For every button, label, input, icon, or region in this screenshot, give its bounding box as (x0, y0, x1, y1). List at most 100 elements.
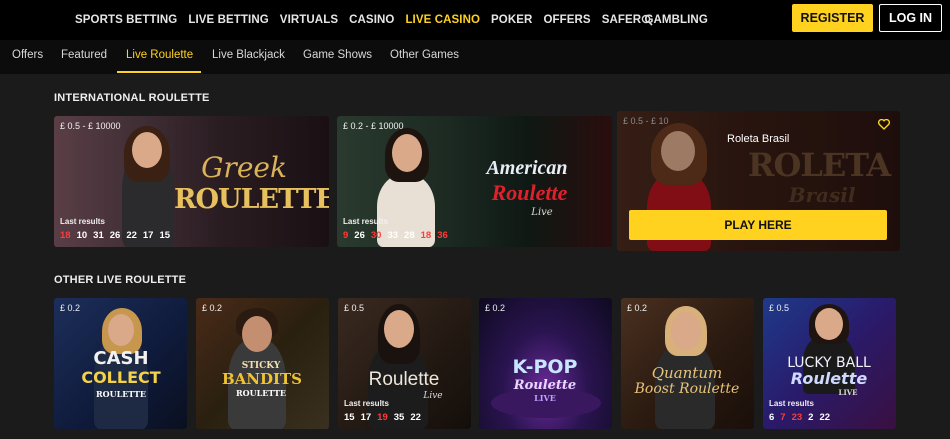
tab-game-shows[interactable]: Game Shows (303, 49, 372, 61)
bet-limits: £ 0.5 (769, 303, 790, 313)
logo-line2: COLLECT (81, 368, 161, 387)
game-card-roulette-live[interactable]: Roulette Live £ 0.5 Last results 15 17 1… (338, 298, 471, 429)
result-number: 17 (142, 230, 154, 241)
logo-line2: Boost Roulette (634, 381, 740, 397)
result-number: 2 (808, 412, 814, 423)
result-number: 23 (791, 412, 803, 423)
game-card-american-roulette[interactable]: American Roulette Live £ 0.2 - £ 10000 L… (337, 116, 612, 247)
nav-sports-betting[interactable]: SPORTS BETTING (75, 14, 177, 26)
results-list: 15 17 19 35 22 (344, 412, 421, 423)
result-number: 18 (60, 230, 71, 241)
logo-line1: American (486, 157, 568, 179)
result-number: 22 (410, 412, 421, 423)
logo-line1: K-POP (512, 356, 578, 378)
game-card-cash-collect[interactable]: CASH COLLECT ROULETTE £ 0.2 (54, 298, 187, 429)
tab-live-blackjack[interactable]: Live Blackjack (212, 49, 285, 61)
play-here-button[interactable]: PLAY HERE (629, 210, 887, 240)
game-card-greek-roulette[interactable]: Greek ROULETTE £ 0.5 - £ 10000 Last resu… (54, 116, 329, 247)
nav-live-betting[interactable]: LIVE BETTING (188, 14, 268, 26)
result-number: 18 (420, 230, 432, 241)
logo-line1: CASH (93, 348, 149, 369)
logo-line1: Roulette (368, 369, 440, 390)
logo-line3: LIVE (838, 388, 858, 397)
bet-limits: £ 0.2 (485, 303, 506, 313)
results-list: 6 7 23 2 22 (769, 412, 830, 423)
nav-virtuals[interactable]: VIRTUALS (280, 14, 338, 26)
dealer-face (132, 132, 162, 168)
logo-line2: ROULETTE (174, 184, 329, 215)
result-number: 9 (343, 230, 349, 241)
results-list: 18 10 31 26 22 17 15 (60, 230, 170, 241)
bet-limits: £ 0.2 - £ 10000 (343, 121, 404, 131)
result-number: 36 (437, 230, 448, 241)
logo-line3: ROULETTE (235, 388, 287, 398)
logo-line3: Live (531, 207, 553, 218)
game-card-roleta-brasil[interactable]: ROLETA Brasil £ 0.5 - £ 10 Roleta Brasil… (617, 111, 900, 251)
logo-line2: Roulette (790, 369, 868, 388)
game-card-kpop-roulette[interactable]: K-POP Roulette LIVE £ 0.2 (479, 298, 612, 429)
dealer-face (815, 308, 843, 340)
results-list: 9 26 30 33 28 18 36 (343, 230, 448, 241)
section-title-other: OTHER LIVE ROULETTE (54, 274, 187, 286)
tab-other-games[interactable]: Other Games (390, 49, 459, 61)
section-title-international: INTERNATIONAL ROULETTE (54, 92, 210, 104)
nav-live-casino[interactable]: LIVE CASINO (405, 14, 480, 26)
logo-line2: Roulette (491, 180, 568, 205)
last-results-label: Last results (344, 399, 389, 408)
dealer-face (384, 310, 414, 348)
game-card-lucky-ball-roulette[interactable]: LUCKY BALL Roulette LIVE £ 0.5 Last resu… (763, 298, 896, 429)
dealer-face (392, 134, 422, 172)
main-nav: SPORTS BETTING LIVE BETTING VIRTUALS CAS… (75, 14, 719, 26)
result-number: 15 (159, 230, 171, 241)
logo-line3: LIVE (534, 393, 556, 403)
top-navigation-bar: SPORTS BETTING LIVE BETTING VIRTUALS CAS… (0, 0, 950, 40)
tab-featured[interactable]: Featured (61, 49, 107, 61)
dealer-face (108, 314, 134, 346)
result-number: 26 (109, 230, 121, 241)
result-number: 22 (126, 230, 137, 241)
bet-limits: £ 0.2 (202, 303, 223, 313)
logo-line2: Roulette (513, 378, 577, 393)
result-number: 31 (93, 230, 104, 241)
result-number: 26 (354, 230, 365, 241)
tab-live-roulette[interactable]: Live Roulette (126, 49, 193, 61)
result-number: 30 (370, 230, 382, 241)
search-icon[interactable] (641, 14, 653, 26)
bet-limits: £ 0.5 - £ 10000 (60, 121, 121, 131)
nav-safer-gambling[interactable]: SAFER GAMBLING (602, 14, 708, 26)
nav-offers[interactable]: OFFERS (543, 14, 590, 26)
register-button[interactable]: REGISTER (792, 4, 873, 32)
game-name: Roleta Brasil (727, 133, 790, 145)
logo-line1: Quantum (651, 364, 723, 382)
result-number: 7 (780, 412, 786, 423)
heart-icon[interactable] (878, 119, 890, 130)
last-results-label: Last results (343, 217, 388, 226)
bet-limits: £ 0.2 (627, 303, 648, 313)
logo-line1: Greek (201, 151, 287, 184)
login-button[interactable]: LOG IN (879, 4, 942, 32)
bet-limits: £ 0.5 - £ 10 (623, 116, 669, 126)
result-number: 28 (404, 230, 415, 241)
result-number: 15 (344, 412, 355, 423)
category-tabs: Offers Featured Live Roulette Live Black… (0, 40, 950, 74)
active-tab-indicator (117, 71, 201, 73)
tab-offers[interactable]: Offers (12, 49, 43, 61)
bet-limits: £ 0.5 (344, 303, 365, 313)
nav-poker[interactable]: POKER (491, 14, 532, 26)
game-card-quantum-boost-roulette[interactable]: Quantum Boost Roulette £ 0.2 (621, 298, 754, 429)
nav-casino[interactable]: CASINO (349, 14, 394, 26)
last-results-label: Last results (60, 217, 105, 226)
logo-line2: Live (423, 391, 443, 401)
logo-line3: ROULETTE (95, 389, 147, 399)
game-card-sticky-bandits[interactable]: STICKY BANDITS ROULETTE £ 0.2 (196, 298, 329, 429)
result-number: 10 (76, 230, 88, 241)
logo-line1: LUCKY BALL (787, 355, 871, 371)
result-number: 6 (769, 412, 775, 423)
dealer-face (671, 312, 701, 350)
result-number: 17 (360, 412, 372, 423)
bet-limits: £ 0.2 (60, 303, 81, 313)
dealer-face (242, 316, 272, 352)
result-number: 35 (393, 412, 405, 423)
result-number: 19 (377, 412, 388, 423)
logo-line2: BANDITS (221, 370, 303, 388)
